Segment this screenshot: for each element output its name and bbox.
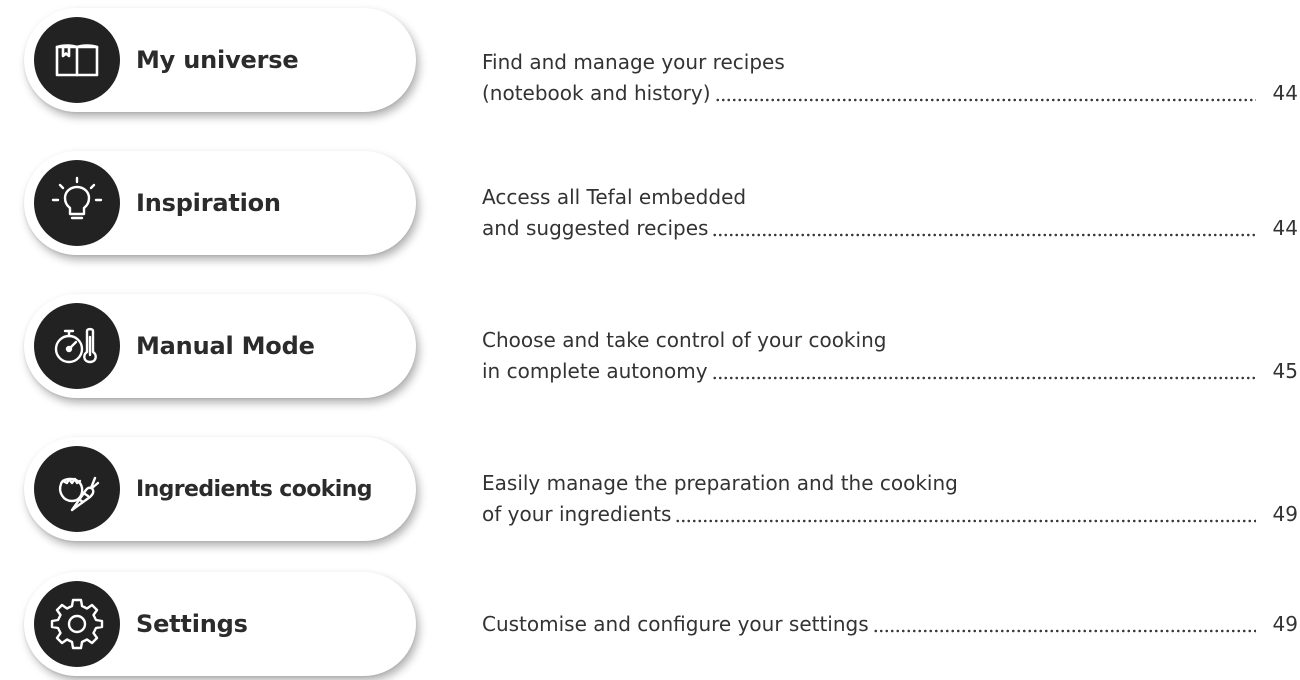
description-line: Customise and configure your settings [482,612,869,636]
timer-thermometer-icon [34,303,120,389]
menu-row-manual-mode: Manual Mode Choose and take control of y… [0,294,1300,402]
page-number: 49 [1272,612,1298,636]
page-number: 44 [1272,216,1298,240]
menu-row-my-universe: My universe Find and manage your recipes… [0,8,1300,116]
description-line: Find and manage your recipes [482,50,785,74]
inspiration-description: Access all Tefal embedded and suggested … [482,182,1298,244]
menu-row-settings: Settings Customise and configure your se… [0,572,1300,680]
page-number: 44 [1272,81,1298,105]
description-line: (notebook and history) [482,81,711,105]
manual-mode-description: Choose and take control of your cooking … [482,325,1298,387]
description-line: and suggested recipes [482,216,709,240]
dot-leader [872,629,1256,633]
open-book-icon [34,17,120,103]
my-universe-label: My universe [136,46,299,74]
dot-leader [712,233,1256,237]
page-number: 45 [1272,359,1298,383]
tomato-carrot-icon [34,446,120,532]
manual-mode-button[interactable]: Manual Mode [24,294,416,398]
settings-label: Settings [136,610,248,638]
ingredients-cooking-button[interactable]: Ingredients cooking [24,437,416,541]
my-universe-button[interactable]: My universe [24,8,416,112]
ingredients-cooking-description: Easily manage the preparation and the co… [482,468,1298,530]
description-line: Easily manage the preparation and the co… [482,471,958,495]
inspiration-label: Inspiration [136,189,281,217]
dot-leader [711,376,1256,380]
my-universe-description: Find and manage your recipes (notebook a… [482,47,1298,109]
dot-leader [675,519,1256,523]
description-line: of your ingredients [482,502,672,526]
settings-button[interactable]: Settings [24,572,416,676]
manual-mode-label: Manual Mode [136,332,315,360]
ingredients-cooking-label: Ingredients cooking [136,476,373,502]
description-line: in complete autonomy [482,359,708,383]
description-line: Access all Tefal embedded [482,185,747,209]
menu-row-ingredients-cooking: Ingredients cooking Easily manage the pr… [0,437,1300,545]
description-line: Choose and take control of your cooking [482,328,887,352]
light-bulb-icon [34,160,120,246]
dot-leader [714,98,1256,102]
page-number: 49 [1272,502,1298,526]
menu-row-inspiration: Inspiration Access all Tefal embedded an… [0,151,1300,259]
inspiration-button[interactable]: Inspiration [24,151,416,255]
gear-icon [34,581,120,667]
settings-description: Customise and configure your settings 49 [482,609,1298,640]
